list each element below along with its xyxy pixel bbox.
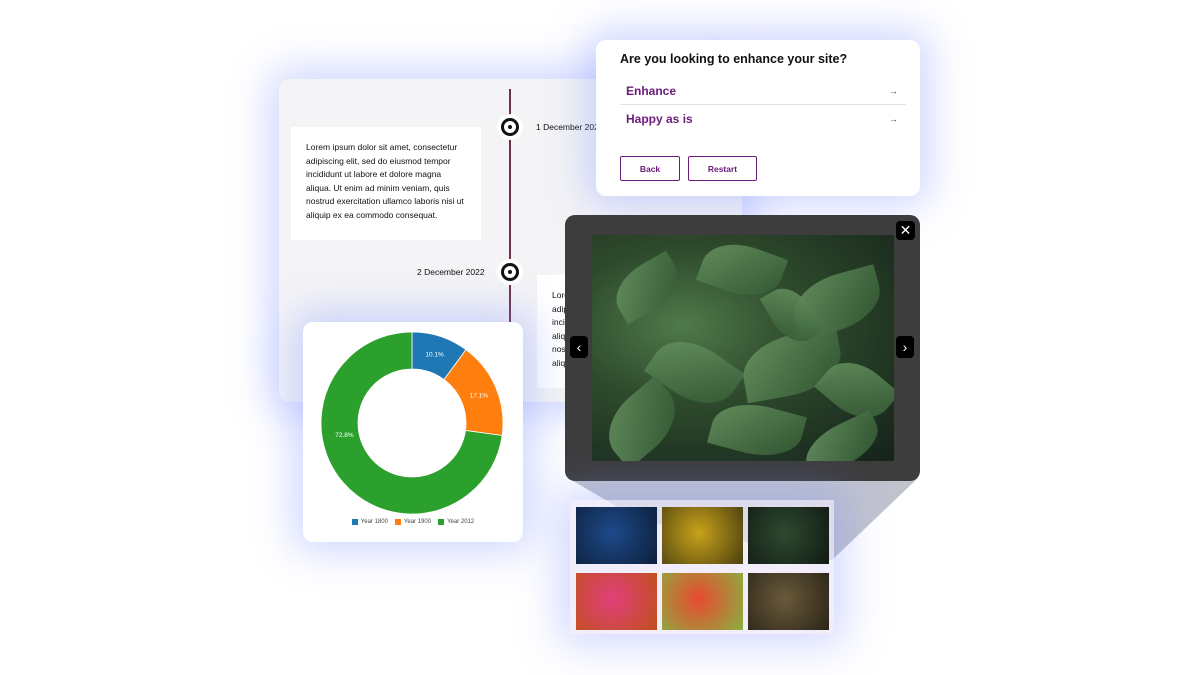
close-button[interactable]: ✕ <box>896 221 915 240</box>
leaf-shape <box>797 409 887 461</box>
chevron-right-icon: › <box>902 339 908 355</box>
timeline-entry-text: Lorem ipsum dolor sit amet, consectetur … <box>291 127 481 240</box>
gallery-thumbnail[interactable] <box>662 573 743 630</box>
next-button[interactable]: › <box>896 336 914 358</box>
donut-chart: 10.1% 17.1% 72.8% <box>320 331 504 515</box>
legend-label: Year 2012 <box>447 519 475 525</box>
legend-swatch <box>351 519 358 525</box>
legend-swatch <box>394 519 401 525</box>
timeline-date: 1 December 2022 <box>536 122 604 132</box>
quiz-card: Are you looking to enhance your site? En… <box>596 40 920 196</box>
gallery-thumbnail[interactable] <box>576 507 657 564</box>
slice-label: 72.8% <box>335 432 354 439</box>
legend-swatch <box>438 519 445 525</box>
gallery-thumbnail[interactable] <box>576 573 657 630</box>
restart-button[interactable]: Restart <box>688 156 757 181</box>
gallery-thumbnail[interactable] <box>662 507 743 564</box>
arrow-right-icon: → <box>889 86 898 96</box>
gallery-thumbnail[interactable] <box>748 573 829 630</box>
prev-button[interactable]: ‹ <box>570 336 588 358</box>
arrow-right-icon: → <box>889 114 898 124</box>
target-icon <box>497 114 523 140</box>
back-button[interactable]: Back <box>620 156 680 181</box>
lightbox-image <box>592 235 894 461</box>
legend-item[interactable]: Year 1800 <box>351 519 388 525</box>
legend-label: Year 1800 <box>360 519 388 525</box>
legend-item[interactable]: Year 2012 <box>438 519 474 525</box>
slice-label: 17.1% <box>470 392 489 399</box>
option-happy-as-is[interactable]: Happy as is → <box>620 106 906 132</box>
legend-label: Year 1900 <box>403 519 432 525</box>
quiz-question: Are you looking to enhance your site? <box>620 52 848 66</box>
timeline-date: 2 December 2022 <box>417 267 485 277</box>
divider <box>620 104 906 105</box>
leaf-shape <box>707 394 807 461</box>
option-label: Enhance <box>626 84 677 98</box>
option-label: Happy as is <box>626 112 693 126</box>
donut-chart-card: 10.1% 17.1% 72.8% Year 1800 Year 1900 Year 2… <box>303 322 523 542</box>
leaf-shape <box>605 250 689 325</box>
close-icon: ✕ <box>899 222 912 238</box>
gallery-thumbnail[interactable] <box>748 507 829 564</box>
slice-label: 10.1% <box>425 352 444 359</box>
chevron-left-icon: ‹ <box>576 339 582 355</box>
thumbnail-gallery <box>570 500 834 634</box>
legend-item[interactable]: Year 1900 <box>394 519 432 525</box>
target-icon <box>497 259 523 285</box>
option-enhance[interactable]: Enhance → <box>620 78 906 104</box>
lightbox: ✕ ‹ › <box>565 215 920 481</box>
chart-legend: Year 1800 Year 1900 Year 2012 <box>303 519 523 525</box>
